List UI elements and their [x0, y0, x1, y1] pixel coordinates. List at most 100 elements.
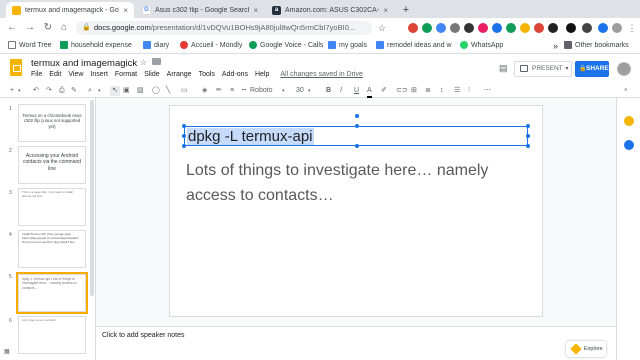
menu-edit[interactable]: Edit — [49, 71, 61, 78]
slide-thumbnail-selected[interactable]: dpkg -L termux-api Lots of things to inv… — [16, 272, 88, 314]
menu-slide[interactable]: Slide — [144, 71, 160, 78]
reload-icon[interactable]: ↻ — [42, 22, 54, 34]
extension-icon[interactable] — [464, 23, 474, 33]
bookmark-item[interactable]: Word Tree — [8, 41, 52, 49]
forward-icon[interactable]: → — [24, 22, 36, 34]
document-title[interactable]: termux and imagemagick — [31, 58, 137, 69]
comment-icon[interactable]: ▭ — [181, 86, 188, 96]
rotate-handle[interactable] — [355, 114, 359, 118]
tab-slides[interactable]: termux and imagemagick - Goo × — [6, 2, 134, 18]
extension-icon[interactable] — [436, 23, 446, 33]
border-dash-icon[interactable]: ┅ — [242, 86, 246, 96]
resize-handle[interactable] — [182, 144, 186, 148]
zoom-icon[interactable]: ⌕ — [88, 86, 92, 96]
menu-view[interactable]: View — [68, 71, 83, 78]
extension-icon[interactable] — [548, 23, 558, 33]
fill-color-icon[interactable]: ◈ — [202, 86, 207, 96]
extension-icon[interactable] — [506, 23, 516, 33]
shape-icon[interactable]: ◯ — [152, 86, 160, 96]
comments-icon[interactable]: ▤ — [499, 63, 508, 74]
close-icon[interactable]: × — [383, 6, 388, 15]
extension-icon[interactable] — [534, 23, 544, 33]
close-icon[interactable]: × — [253, 6, 258, 15]
extension-icon[interactable] — [422, 23, 432, 33]
underline-icon[interactable]: U — [354, 86, 359, 96]
chevron-down-icon[interactable]: ▾ — [562, 61, 572, 77]
resize-handle[interactable] — [355, 144, 359, 148]
chevron-down-icon[interactable]: ▾ — [98, 86, 101, 96]
folder-icon[interactable] — [152, 58, 161, 65]
slide-thumbnail[interactable]: Accessing your Android contacts via the … — [18, 146, 86, 184]
menu-icon[interactable]: ⋮ — [626, 22, 638, 34]
slide-thumbnail[interactable]: Install Termux:API (from google play) ht… — [18, 230, 86, 268]
slide-body-text[interactable]: Lots of things to investigate here… name… — [186, 158, 516, 208]
slide[interactable]: dpkg -L termux-api Lots of things to inv… — [170, 106, 542, 316]
resize-handle[interactable] — [182, 134, 186, 138]
profile-icon[interactable] — [612, 23, 622, 33]
extension-icon[interactable] — [598, 23, 608, 33]
menu-arrange[interactable]: Arrange — [167, 71, 192, 78]
tab-google-search[interactable]: G Asus c302 flip - Google Search × — [136, 2, 264, 18]
menu-help[interactable]: Help — [255, 71, 269, 78]
text-color-icon[interactable]: A — [367, 86, 372, 98]
menu-format[interactable]: Format — [115, 71, 137, 78]
star-icon[interactable]: ☆ — [376, 22, 388, 34]
link-icon[interactable]: ⊂⊃ — [396, 86, 408, 96]
extension-icon[interactable] — [492, 23, 502, 33]
menu-addons[interactable]: Add-ons — [222, 71, 248, 78]
redo-icon[interactable]: ↷ — [46, 86, 52, 96]
textbox-icon[interactable]: ▣ — [123, 86, 130, 96]
select-icon[interactable]: ↖ — [110, 86, 120, 96]
extension-icon[interactable] — [566, 23, 576, 33]
more-bookmarks-chevron[interactable]: » — [553, 41, 558, 51]
chevron-up-icon[interactable]: ˄ — [624, 86, 628, 96]
slide-title[interactable]: dpkg -L termux-api — [187, 128, 314, 145]
tab-amazon[interactable]: a Amazon.com: ASUS C302CA-DH × — [266, 2, 394, 18]
chevron-down-icon[interactable]: ▾ — [308, 86, 311, 96]
undo-icon[interactable]: ↶ — [33, 86, 39, 96]
extension-icon[interactable] — [582, 23, 592, 33]
home-icon[interactable]: ⌂ — [58, 22, 70, 34]
resize-handle[interactable] — [182, 124, 186, 128]
italic-icon[interactable]: I — [340, 86, 342, 96]
slides-logo-icon[interactable] — [10, 59, 22, 76]
filmstrip-scrollbar[interactable] — [90, 100, 94, 296]
highlight-icon[interactable]: ✐ — [381, 86, 387, 96]
back-icon[interactable]: ← — [6, 22, 18, 34]
paint-format-icon[interactable]: ✎ — [71, 86, 77, 96]
share-button[interactable]: 🔒 SHARE — [575, 61, 609, 77]
border-weight-icon[interactable]: ≡ — [230, 86, 234, 96]
extension-icon[interactable] — [408, 23, 418, 33]
slide-thumbnail[interactable]: Let's grep some numbers — [18, 316, 86, 354]
menu-tools[interactable]: Tools — [199, 71, 215, 78]
font-size-field[interactable]: 30 — [296, 86, 304, 96]
resize-handle[interactable] — [526, 144, 530, 148]
chevron-down-icon[interactable]: ▾ — [18, 86, 21, 96]
bookmark-item[interactable]: household expense — [60, 41, 132, 49]
slide-thumbnail[interactable]: Termux on a chromebook Asus c302 flip (L… — [18, 104, 86, 142]
resize-handle[interactable] — [355, 124, 359, 128]
bookmark-item[interactable]: Google Voice - Calls — [249, 41, 323, 49]
avatar[interactable] — [617, 62, 631, 76]
explore-button[interactable]: Explore — [566, 341, 606, 357]
bookmark-item[interactable]: my goals — [328, 41, 367, 49]
bold-icon[interactable]: B — [326, 86, 331, 96]
align-icon[interactable]: ≣ — [425, 86, 431, 96]
extension-icon[interactable] — [450, 23, 460, 33]
save-status[interactable]: All changes saved in Drive — [280, 71, 363, 78]
bookmark-item[interactable]: diary — [143, 41, 169, 49]
line-spacing-icon[interactable]: ↕ — [440, 86, 444, 96]
border-color-icon[interactable]: ✏ — [216, 86, 222, 96]
bulleted-list-icon[interactable]: ⁝ — [468, 86, 470, 96]
bookmark-item[interactable]: Accueil - Mondly — [180, 41, 242, 49]
grid-view-icon[interactable]: ▦ — [4, 348, 10, 355]
more-icon[interactable]: ⋯ — [484, 86, 491, 96]
address-bar[interactable]: 🔒 docs.google.com/presentation/d/1vDQVu1… — [76, 21, 372, 35]
line-icon[interactable]: ╲ — [166, 86, 170, 96]
tasks-icon[interactable] — [624, 140, 634, 150]
close-icon[interactable]: × — [123, 6, 128, 15]
title-textbox[interactable]: dpkg -L termux-api — [182, 114, 530, 148]
star-icon[interactable]: ☆ — [140, 58, 147, 67]
menu-file[interactable]: File — [31, 71, 42, 78]
bookmark-item[interactable]: Other bookmarks — [564, 41, 629, 49]
